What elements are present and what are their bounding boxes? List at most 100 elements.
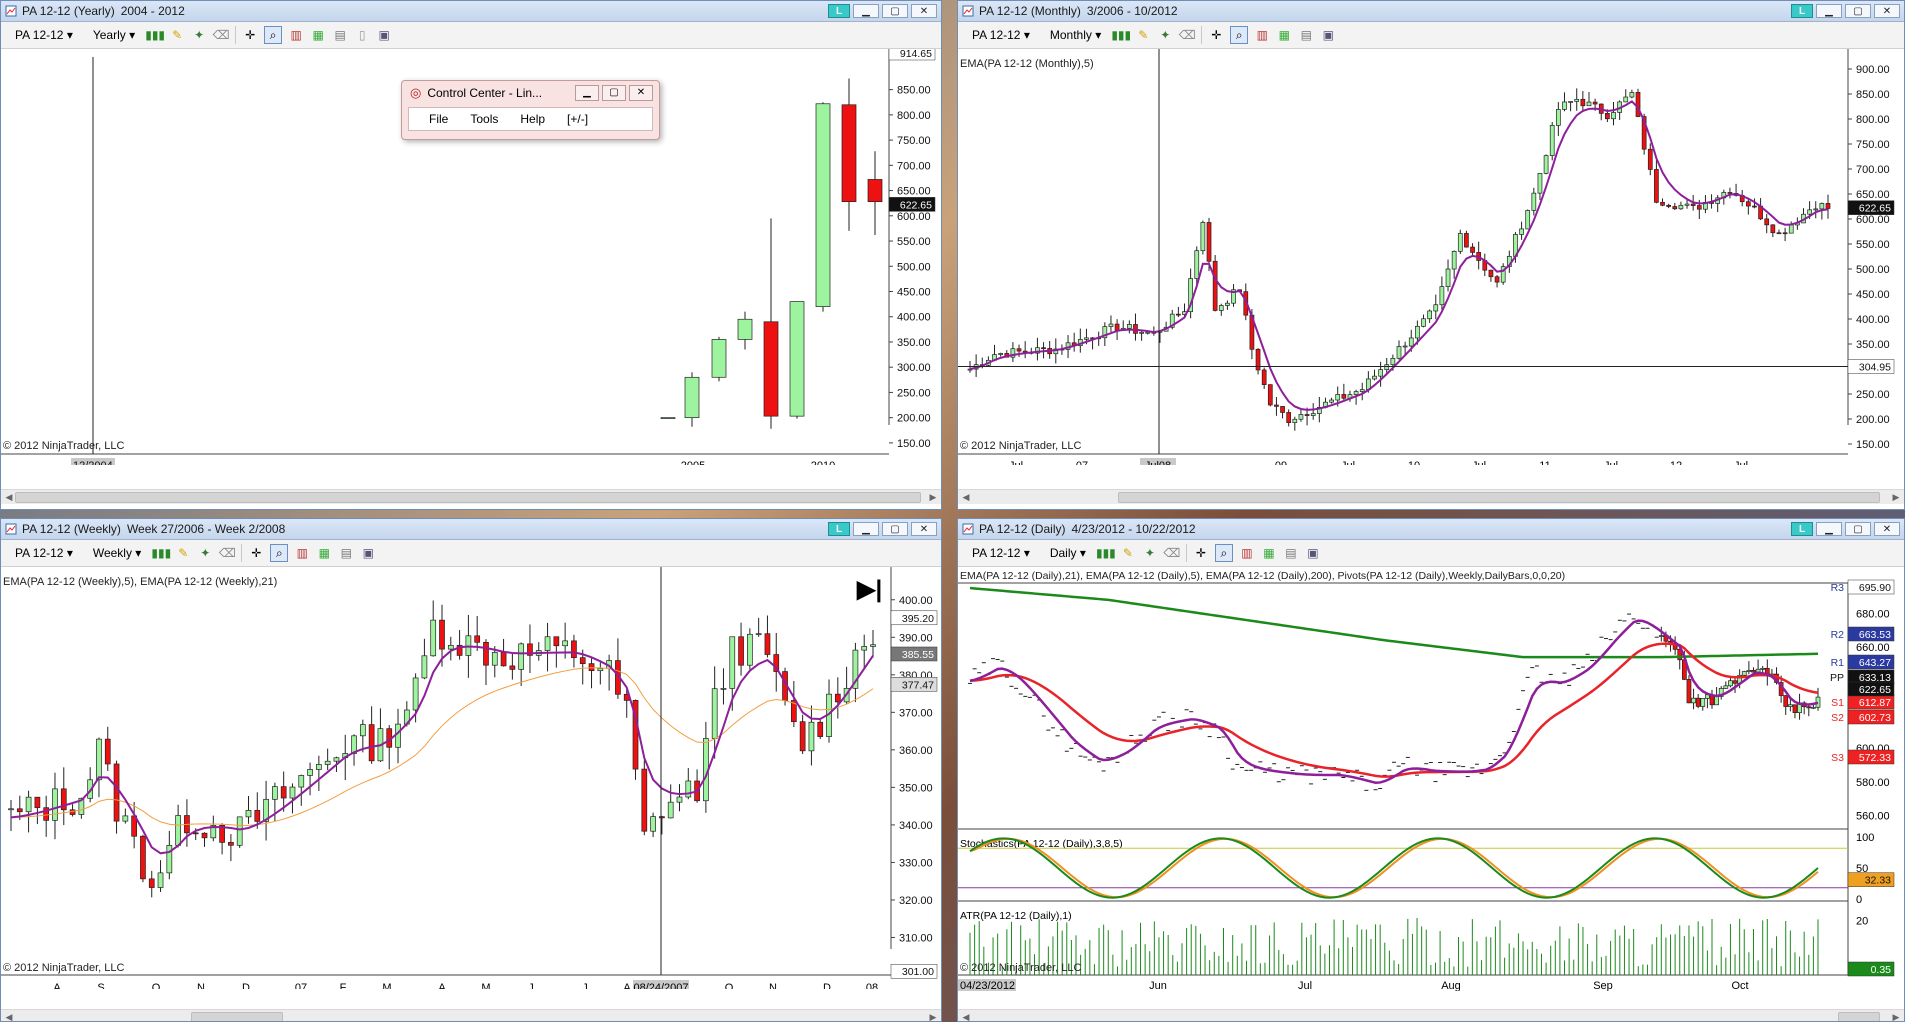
instrument-selector[interactable]: PA 12-12 ▾ [964,26,1036,44]
weekly-candle [412,677,419,711]
chart-trader-icon[interactable]: ▣ [376,27,392,43]
properties-icon[interactable]: ▤ [1298,27,1314,43]
maximize-button[interactable]: ▢ [1845,522,1871,536]
weekly-candle [439,619,445,650]
eraser-icon[interactable]: ⌫ [219,545,236,561]
data-box-icon[interactable]: ▯ [354,27,370,43]
pencil-icon[interactable]: ✎ [169,27,185,43]
monthly-title: PA 12-12 (Monthly) [979,4,1081,18]
properties-icon[interactable]: ▤ [332,27,348,43]
minimize-button[interactable]: ▁ [575,85,599,101]
chart-trader-icon[interactable]: ▣ [1320,27,1336,43]
monthly-scrollbar[interactable]: ◀ ▶ [958,489,1904,504]
strategies-icon[interactable]: ▦ [1276,27,1292,43]
link-button[interactable]: L [1791,522,1813,536]
yearly-y-tick-label: 600.00 [897,211,931,223]
menu-help[interactable]: Help [520,112,545,126]
strategies-icon[interactable]: ▦ [316,545,332,561]
close-button[interactable]: ✕ [1874,522,1900,536]
maximize-button[interactable]: ▢ [882,522,908,536]
daily-price-panel[interactable]: 680.00660.00640.00620.00600.00580.00560.… [958,567,1904,991]
monthly-candle [1690,203,1696,206]
minimize-button[interactable]: ▁ [1816,522,1842,536]
weekly-title-bar[interactable]: PA 12-12 (Weekly) Week 27/2006 - Week 2/2… [1,519,941,540]
bar-style-icon[interactable]: ▮▮▮ [145,27,165,43]
close-button[interactable]: ✕ [629,85,653,101]
zoom-icon[interactable]: ⌕ [1230,26,1249,44]
maximize-button[interactable]: ▢ [1845,4,1871,18]
crosshair-icon[interactable]: ✛ [1193,545,1209,561]
menu-file[interactable]: File [429,112,448,126]
minimize-button[interactable]: ▁ [1816,4,1842,18]
interval-selector[interactable]: Monthly ▾ [1042,26,1107,44]
daily-scrollbar[interactable]: ◀ ▶ [958,1009,1904,1021]
yearly-title-bar[interactable]: PA 12-12 (Yearly) 2004 - 2012 L ▁ ▢ ✕ [1,1,941,22]
weekly-x-label: M [481,982,490,989]
link-button[interactable]: L [828,4,850,18]
menu-expand[interactable]: [+/-] [567,112,588,126]
close-button[interactable]: ✕ [911,522,937,536]
daily-candle [1686,679,1692,704]
crosshair-icon[interactable]: ✛ [242,27,258,43]
crosshair-icon[interactable]: ✛ [1208,27,1224,43]
crosshair-icon[interactable]: ✛ [248,545,264,561]
maximize-button[interactable]: ▢ [882,4,908,18]
link-button[interactable]: L [1791,4,1813,18]
draw-tool-icon[interactable]: ✦ [191,27,207,43]
indicators-icon[interactable]: ▥ [1254,27,1270,43]
zoom-icon[interactable]: ⌕ [1214,544,1233,562]
properties-icon[interactable]: ▤ [338,545,354,561]
monthly-candle [1586,101,1592,107]
zoom-icon[interactable]: ⌕ [270,544,289,562]
menu-tools[interactable]: Tools [470,112,498,126]
pencil-icon[interactable]: ✎ [1135,27,1151,43]
minimize-button[interactable]: ▁ [853,522,879,536]
monthly-price-panel[interactable]: 900.00 850.00 800.00 750.00 700.00 650.00 600.… [958,49,1904,465]
monthly-x-label: 09 [1275,460,1287,465]
zoom-icon[interactable]: ⌕ [264,26,283,44]
interval-selector[interactable]: Daily ▾ [1042,544,1092,562]
bar-style-icon[interactable]: ▮▮▮ [1096,545,1116,561]
close-button[interactable]: ✕ [911,4,937,18]
weekly-candle [333,757,340,762]
eraser-icon[interactable]: ⌫ [1163,545,1180,561]
draw-tool-icon[interactable]: ✦ [1157,27,1173,43]
pencil-icon[interactable]: ✎ [175,545,191,561]
chart-trader-icon[interactable]: ▣ [360,545,376,561]
link-button[interactable]: L [828,522,850,536]
daily-title-bar[interactable]: PA 12-12 (Daily) 4/23/2012 - 10/22/2012 L… [958,519,1904,540]
interval-selector[interactable]: Weekly ▾ [85,544,147,562]
chart-trader-icon[interactable]: ▣ [1305,545,1321,561]
bar-style-icon[interactable]: ▮▮▮ [1111,27,1131,43]
minimize-button[interactable]: ▁ [853,4,879,18]
control-center-title-bar[interactable]: ◎ Control Center - Lin... ▁ ▢ ✕ [402,81,659,105]
bar-style-icon[interactable]: ▮▮▮ [151,545,171,561]
weekly-price-panel[interactable]: 400.00390.00380.00370.00360.00350.00340.… [1,567,941,989]
monthly-candle [998,353,1003,355]
maximize-button[interactable]: ▢ [602,85,626,101]
eraser-icon[interactable]: ⌫ [213,27,230,43]
yearly-scrollbar[interactable]: ◀ ▶ [1,489,941,504]
instrument-selector[interactable]: PA 12-12 ▾ [7,26,79,44]
yearly-y-tick-label: 450.00 [897,286,931,298]
eraser-icon[interactable]: ⌫ [1179,27,1196,43]
draw-tool-icon[interactable]: ✦ [197,545,213,561]
close-button[interactable]: ✕ [1874,4,1900,18]
instrument-selector[interactable]: PA 12-12 ▾ [964,544,1036,562]
strategies-icon[interactable]: ▦ [1261,545,1277,561]
properties-icon[interactable]: ▤ [1283,545,1299,561]
weekly-scrollbar[interactable]: ◀ ▶ [1,1009,941,1021]
monthly-title-bar[interactable]: PA 12-12 (Monthly) 3/2006 - 10/2012 L ▁ ▢… [958,1,1904,22]
indicators-icon[interactable]: ▥ [1239,545,1255,561]
indicators-icon[interactable]: ▥ [294,545,310,561]
interval-selector[interactable]: Yearly ▾ [85,26,141,44]
strategies-icon[interactable]: ▦ [310,27,326,43]
control-center-window[interactable]: ◎ Control Center - Lin... ▁ ▢ ✕ File Too… [401,80,660,140]
indicators-icon[interactable]: ▥ [288,27,304,43]
weekly-tag-bottom: 301.00 [902,966,934,978]
instrument-selector[interactable]: PA 12-12 ▾ [7,544,79,562]
monthly-candle [1745,201,1751,207]
monthly-y-tick-label: 200.00 [1856,414,1890,426]
pencil-icon[interactable]: ✎ [1120,545,1136,561]
draw-tool-icon[interactable]: ✦ [1142,545,1158,561]
